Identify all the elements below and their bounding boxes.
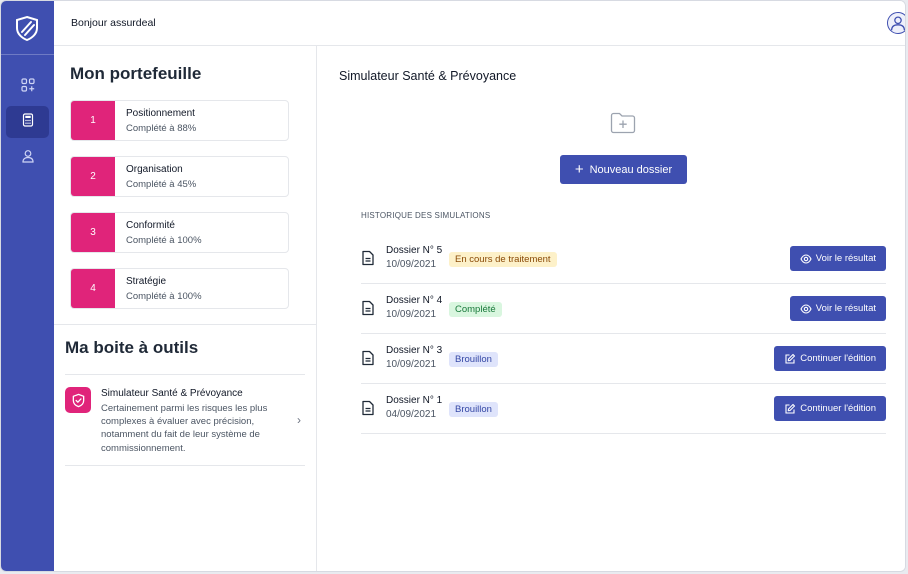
simulation-row: Dossier N° 3 10/09/2021 Brouillon Contin… [361,334,886,384]
app-window: Bonjour assurdeal Mon portefeuille 1 Pos… [0,0,906,572]
left-panel: Mon portefeuille 1 Positionnement Complé… [54,46,317,571]
shield-check-icon [65,387,91,413]
portfolio-number: 2 [71,157,115,196]
user-icon [21,149,35,168]
portfolio-card[interactable]: 3 Conformité Complété à 100% [70,212,289,253]
row-title: Dossier N° 4 [386,295,443,306]
status-badge: Brouillon [449,352,498,367]
portfolio-card-status: Complété à 100% [126,235,202,246]
continue-edit-button[interactable]: Continuer l'édition [774,346,886,371]
row-title: Dossier N° 3 [386,345,443,356]
portfolio-card[interactable]: 1 Positionnement Complété à 88% [70,100,289,141]
row-date: 10/09/2021 [386,359,437,370]
new-folder-button[interactable]: + Nouveau dossier [560,155,687,184]
portfolio-card-title: Stratégie [126,276,167,287]
simulation-row: Dossier N° 5 10/09/2021 En cours de trai… [361,234,886,284]
portfolio-card[interactable]: 2 Organisation Complété à 45% [70,156,289,197]
sidebar-item-simulator[interactable] [6,106,49,138]
row-title: Dossier N° 5 [386,245,443,256]
portfolio-card-status: Complété à 100% [126,291,202,302]
portfolio-number: 1 [71,101,115,140]
portfolio-card-status: Complété à 45% [126,179,197,190]
portfolio-card-title: Conformité [126,220,175,231]
portfolio-card[interactable]: 4 Stratégie Complété à 100% [70,268,289,309]
eye-icon [800,303,812,314]
view-result-button[interactable]: Voir le résultat [789,246,886,271]
portfolio-card-title: Organisation [126,164,183,175]
simulation-row: Dossier N° 4 10/09/2021 Complété Voir le… [361,284,886,334]
avatar[interactable] [887,12,905,34]
row-date: 10/09/2021 [386,309,437,320]
sidebar-divider [1,54,54,55]
eye-icon [800,253,812,264]
view-result-button[interactable]: Voir le résultat [789,296,886,321]
edit-icon [785,353,796,364]
button-label: Voir le résultat [815,253,876,264]
greeting-text: Bonjour assurdeal [71,17,156,29]
document-icon [361,250,375,266]
document-icon [361,350,375,366]
calculator-icon [21,112,35,132]
portfolio-number: 3 [71,213,115,252]
history-label: HISTORIQUE DES SIMULATIONS [361,211,491,220]
button-label: Voir le résultat [815,303,876,314]
portfolio-title: Mon portefeuille [70,64,202,83]
status-badge: Brouillon [449,402,498,417]
document-icon [361,400,375,416]
toolbox-title: Ma boite à outils [65,338,199,357]
tool-card-description: Certainement parmi les risques les plus … [101,403,268,454]
button-label: Continuer l'édition [800,353,876,364]
row-title: Dossier N° 1 [386,395,443,406]
apps-add-icon [20,77,35,97]
status-badge: Complété [449,302,502,317]
portfolio-card-status: Complété à 88% [126,123,197,134]
sidebar-item-dashboard[interactable] [6,71,49,103]
top-bar: Bonjour assurdeal [54,1,905,46]
section-divider [54,324,316,325]
portfolio-card-title: Positionnement [126,108,195,119]
sidebar-item-profile[interactable] [6,142,49,174]
row-date: 04/09/2021 [386,409,437,420]
new-folder-label: Nouveau dossier [589,163,673,176]
tool-card-simulator[interactable]: Simulateur Santé & Prévoyance Certaineme… [65,374,305,466]
row-date: 10/09/2021 [386,259,437,270]
page-title: Simulateur Santé & Prévoyance [339,69,517,83]
portfolio-number: 4 [71,269,115,308]
plus-icon: + [574,161,584,178]
edit-icon [785,403,796,414]
main-panel: Simulateur Santé & Prévoyance + Nouveau … [318,46,905,571]
continue-edit-button[interactable]: Continuer l'édition [774,396,886,421]
button-label: Continuer l'édition [800,403,876,414]
folder-add-icon [610,112,636,134]
simulation-row: Dossier N° 1 04/09/2021 Brouillon Contin… [361,384,886,434]
document-icon [361,300,375,316]
chevron-right-icon: › [297,413,301,427]
sidebar [1,1,54,571]
user-avatar-icon [891,16,905,31]
status-badge: En cours de traitement [449,252,557,267]
tool-card-title: Simulateur Santé & Prévoyance [101,388,243,399]
shield-logo-icon[interactable] [14,15,40,42]
